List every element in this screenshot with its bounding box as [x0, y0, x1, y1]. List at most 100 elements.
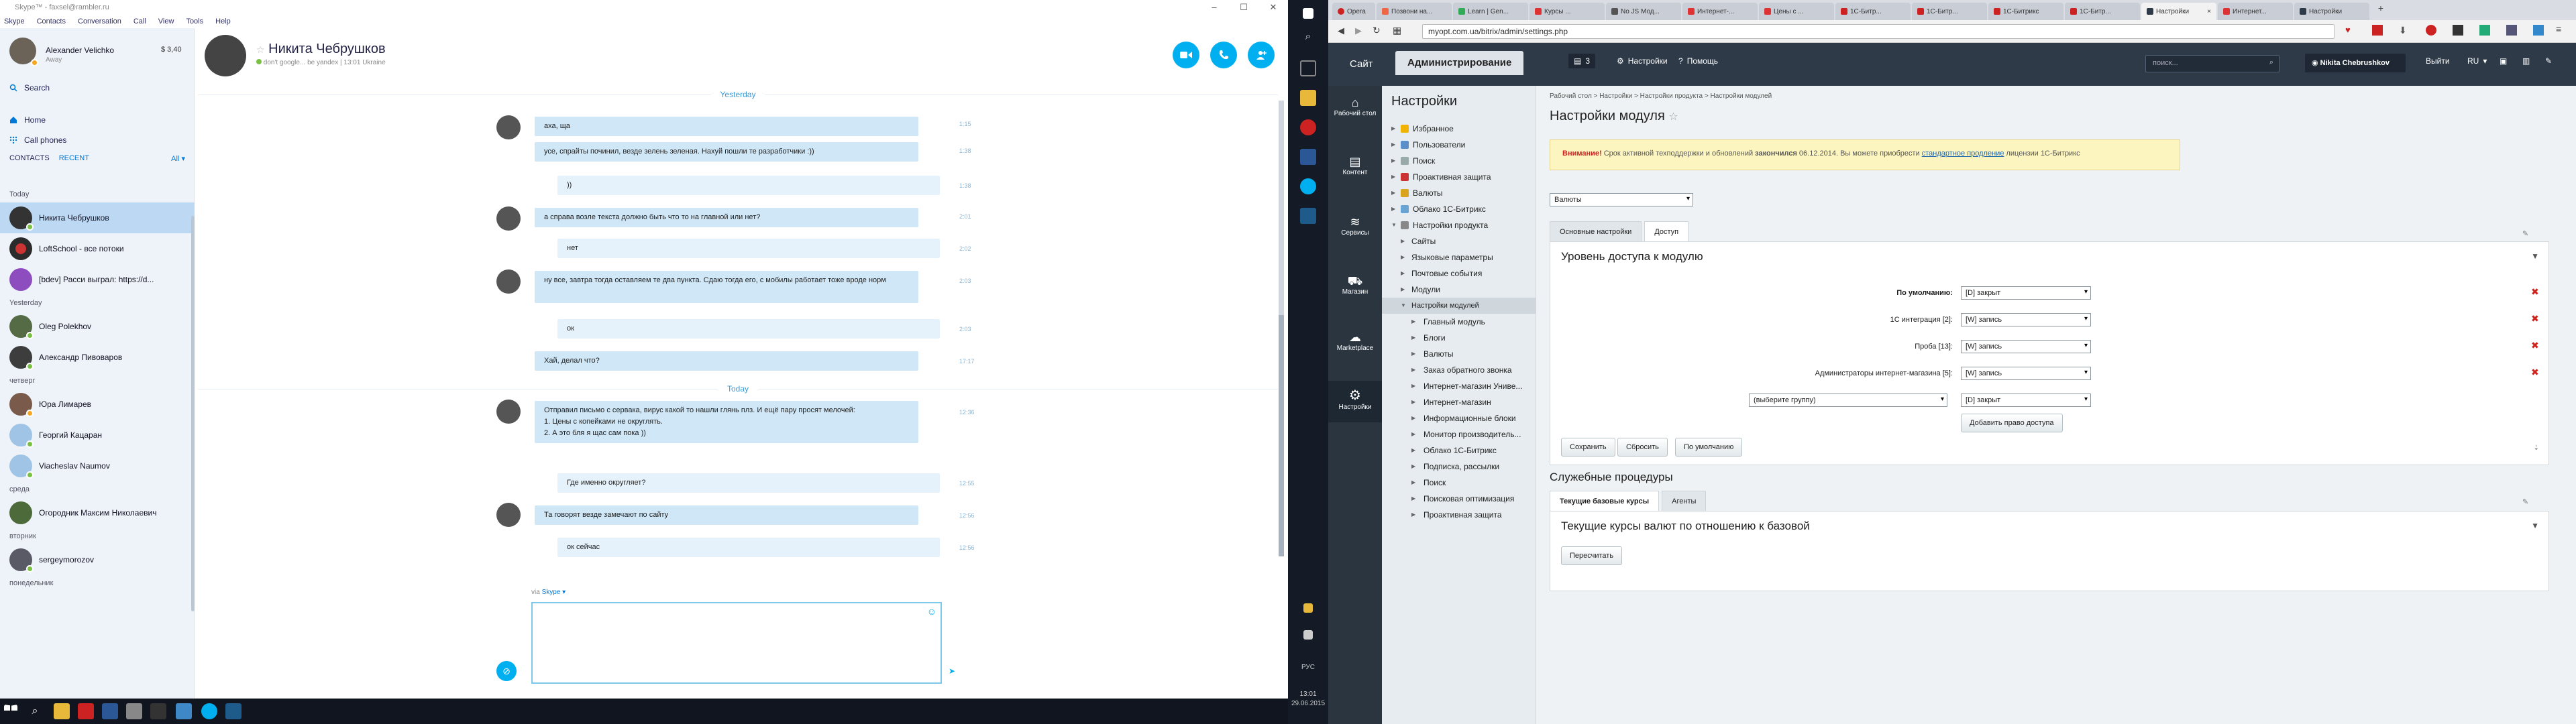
menu-item[interactable]: ▶ Блоги [1382, 330, 1536, 346]
browser-tab[interactable]: 1С-Битрикс [1988, 3, 2063, 20]
browser-tab[interactable]: Learn | Gen... [1453, 3, 1528, 20]
tab-current-rates[interactable]: Текущие базовые курсы [1550, 491, 1660, 511]
opera-icon[interactable] [78, 703, 94, 719]
menu-item[interactable]: ▶ Облако 1С-Битрикс [1382, 201, 1536, 217]
extension-icon[interactable] [2479, 25, 2490, 36]
url-field[interactable]: myopt.com.ua/bitrix/admin/settings.php [1422, 24, 2334, 39]
pin-icon[interactable]: ✎ [2545, 56, 2552, 66]
message-bubble[interactable]: усе, спрайты починил, везде зелень зелен… [535, 142, 918, 162]
menu-item[interactable]: ▶ Информационные блоки [1382, 410, 1536, 426]
tab-agents[interactable]: Агенты [1662, 491, 1707, 511]
search-item[interactable]: Search [0, 78, 195, 98]
browser-tab[interactable]: Курсы ... [1529, 3, 1605, 20]
group-select[interactable]: (выберите группу) [1749, 394, 1947, 407]
message-bubble[interactable]: )) [557, 176, 940, 195]
default-button[interactable]: По умолчанию [1675, 438, 1743, 457]
message-bubble[interactable]: Отправил письмо с сервака, вирус какой т… [535, 401, 918, 443]
message-bubble[interactable]: ок [557, 319, 940, 339]
contact-item[interactable]: Георгий Кацаран [0, 420, 195, 450]
iconbar-shop[interactable]: ⛟ Магазин [1328, 274, 1382, 306]
video-call-button[interactable] [1173, 42, 1199, 68]
message-bubble[interactable]: Та говорят везде замечают по сайту [535, 505, 918, 525]
browser-tab[interactable]: No JS Мод... [1606, 3, 1681, 20]
windows-start-icon[interactable] [4, 705, 17, 711]
app-icon[interactable] [1300, 208, 1316, 224]
menu-help[interactable]: Help [215, 17, 231, 27]
message-bubble[interactable]: нет [557, 239, 940, 258]
message-bubble[interactable]: а справа возле текста должно быть что то… [535, 208, 918, 227]
grid-icon[interactable]: ▦ [1393, 25, 1401, 36]
app-icon[interactable] [225, 703, 241, 719]
add-people-button[interactable] [1248, 42, 1275, 68]
menu-skype[interactable]: Skype [4, 17, 25, 27]
menu-item[interactable]: ▶ Проактивная защита [1382, 169, 1536, 185]
notifications-button[interactable]: ▤ 3 [1568, 54, 1596, 68]
message-bubble[interactable]: ну все, завтра тогда оставляем те два пу… [535, 271, 918, 303]
contact-item[interactable]: Никита Чебрушков [0, 202, 195, 233]
search-icon[interactable]: ⌕ [1300, 31, 1316, 47]
access-level-select[interactable]: [W] запись [1961, 340, 2091, 353]
menu-item[interactable]: ▶ Интернет-магазин [1382, 394, 1536, 410]
extension-icon[interactable] [2426, 25, 2436, 36]
favorite-star-icon[interactable]: ☆ [1668, 111, 1678, 123]
module-select[interactable]: Валюты [1550, 193, 1693, 206]
menu-contacts[interactable]: Contacts [37, 17, 66, 27]
heart-icon[interactable]: ♥ [2345, 25, 2351, 35]
extension-icon[interactable] [2506, 25, 2517, 36]
send-icon[interactable]: ➤ [949, 666, 955, 676]
tray-icon[interactable] [1303, 603, 1313, 613]
settings-button[interactable]: ⚙ Настройки [1617, 56, 1668, 66]
menu-item[interactable]: ▶ Модули [1382, 282, 1536, 298]
download-icon[interactable]: ⬇ [2399, 25, 2407, 36]
browser-tab[interactable]: Настройки [2294, 3, 2369, 20]
message-bubble[interactable]: Где именно округляет? [557, 473, 940, 493]
menu-item[interactable]: ▶ Поисковая оптимизация [1382, 491, 1536, 507]
filter-dropdown[interactable]: All ▾ [171, 154, 185, 163]
breadcrumb-link[interactable]: Настройки продукта [1640, 93, 1703, 100]
clock-time[interactable]: 13:01 [1288, 690, 1328, 698]
menu-item[interactable]: ▼ Настройки продукта [1382, 217, 1536, 233]
pin-icon[interactable]: ✎ [2522, 497, 2528, 506]
tab-access[interactable]: Доступ [1644, 221, 1689, 241]
access-level-select[interactable]: [W] запись [1961, 367, 2091, 380]
conversation-scrollbar-thumb[interactable] [1279, 315, 1284, 556]
keyboard-language[interactable]: РУС [1288, 664, 1328, 671]
logout-button[interactable]: Выйти [2426, 56, 2450, 66]
contact-list-scrollbar[interactable] [191, 216, 195, 611]
pin-icon[interactable]: ✎ [2522, 229, 2528, 238]
resize-icon[interactable]: ⇣ [2534, 444, 2539, 452]
tab-site[interactable]: Сайт [1338, 54, 1385, 75]
save-button[interactable]: Сохранить [1561, 438, 1615, 457]
browser-tab[interactable]: Цены с ... [1759, 3, 1834, 20]
delete-icon[interactable]: ✖ [2531, 340, 2539, 351]
add-access-button[interactable]: Добавить право доступа [1961, 414, 2063, 432]
search-icon[interactable]: ⌕ [27, 703, 43, 719]
menu-call[interactable]: Call [133, 17, 146, 27]
access-level-select[interactable]: [D] закрыт [1961, 286, 2091, 300]
delete-icon[interactable]: ✖ [2531, 286, 2539, 298]
message-input[interactable]: ☺ [531, 602, 942, 684]
contact-item[interactable]: [bdev] Расси выграл: https://d... [0, 264, 195, 295]
back-icon[interactable]: ◀ [1338, 25, 1344, 36]
menu-item[interactable]: ▶ Языковые параметры [1382, 249, 1536, 265]
minimize-button[interactable]: – [1199, 0, 1229, 16]
renewal-link[interactable]: стандартное продление [1922, 149, 2004, 158]
collapse-icon[interactable]: ▼ [2531, 251, 2539, 261]
call-phones-item[interactable]: Call phones [0, 130, 195, 150]
via-selector[interactable]: via Skype ▾ [531, 589, 566, 596]
message-bubble[interactable]: ок сейчас [557, 538, 940, 557]
reset-button[interactable]: Сбросить [1617, 438, 1668, 457]
skype-icon[interactable] [1300, 178, 1316, 194]
message-bubble[interactable]: Хай, делал что? [535, 351, 918, 371]
file-explorer-icon[interactable] [1300, 90, 1316, 106]
menu-item[interactable]: ▶ Облако 1С-Битрикс [1382, 442, 1536, 459]
extension-icon[interactable] [2372, 25, 2383, 36]
tab-recent[interactable]: RECENT [59, 154, 89, 162]
menu-view[interactable]: View [158, 17, 174, 27]
menu-item[interactable]: ▶ Интернет-магазин Униве... [1382, 378, 1536, 394]
contact-item[interactable]: Огородник Максим Николаевич [0, 497, 195, 528]
contact-item[interactable]: Александр Пивоваров [0, 342, 195, 373]
breadcrumb-link[interactable]: Рабочий стол [1550, 93, 1592, 100]
menu-item[interactable]: ▶ Избранное [1382, 121, 1536, 137]
help-button[interactable]: ? Помощь [1678, 56, 1718, 66]
